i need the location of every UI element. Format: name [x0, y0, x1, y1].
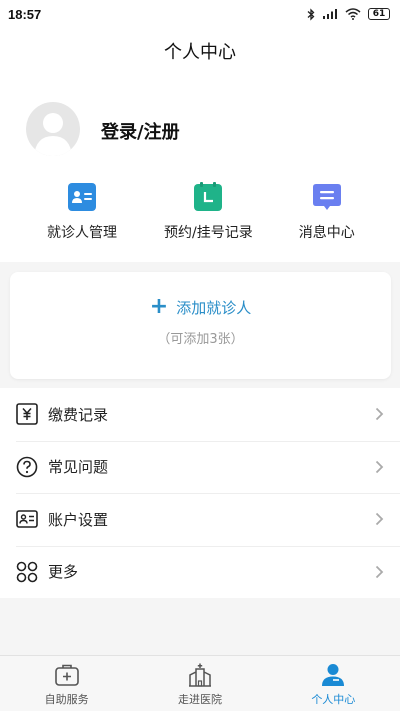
add-patient-hint: （可添加3张） — [157, 332, 244, 347]
add-patient-card: + 添加就诊人 （可添加3张） — [10, 272, 391, 379]
more-grid-icon — [16, 561, 38, 583]
status-bar: 18:57 61 — [0, 0, 400, 28]
menu-item-label: 常见问题 — [48, 458, 109, 477]
menu-item-more[interactable]: 更多 — [0, 545, 400, 599]
default-avatar-icon — [34, 113, 72, 156]
quick-link-label: 消息中心 — [298, 225, 355, 241]
status-icons: 61 — [307, 7, 390, 21]
yuan-icon — [16, 403, 38, 426]
chevron-right-icon — [375, 565, 384, 578]
hospital-icon — [188, 663, 211, 687]
quick-link-label: 就诊人管理 — [47, 225, 117, 241]
signal-icon — [323, 9, 337, 19]
tab-personal-center[interactable]: 个人中心 — [267, 656, 400, 711]
wifi-icon — [345, 8, 361, 20]
chevron-right-icon — [375, 460, 384, 473]
quick-links: 就诊人管理 预约/挂号记录 消息中心 — [0, 182, 400, 252]
menu-item-label: 更多 — [48, 563, 79, 582]
message-icon — [312, 184, 341, 210]
tab-hospital[interactable]: 走进医院 — [133, 656, 266, 711]
person-icon — [322, 664, 345, 686]
header: 个人中心 — [0, 28, 400, 74]
tab-label: 走进医院 — [177, 693, 222, 706]
avatar[interactable] — [26, 102, 80, 156]
tab-label: 个人中心 — [311, 693, 356, 706]
add-patient-label: 添加就诊人 — [176, 298, 252, 317]
battery-indicator: 61 — [368, 8, 390, 20]
menu-list: 缴费记录 常见问题 账户设置 更多 — [0, 388, 400, 598]
bluetooth-icon — [307, 7, 315, 21]
patient-card-icon — [68, 183, 96, 211]
menu-item-account-settings[interactable]: 账户设置 — [0, 493, 400, 546]
menu-item-label: 缴费记录 — [48, 405, 109, 424]
tab-self-service[interactable]: 自助服务 — [0, 656, 133, 711]
medical-kit-icon — [54, 664, 79, 686]
chevron-right-icon — [375, 512, 384, 526]
menu-item-label: 账户设置 — [48, 510, 109, 529]
quick-link-appointment-records[interactable]: 预约/挂号记录 — [164, 182, 253, 252]
calendar-clock-icon — [194, 182, 223, 211]
menu-item-payment-records[interactable]: 缴费记录 — [0, 388, 400, 441]
tab-label: 自助服务 — [44, 693, 89, 706]
id-card-icon — [16, 510, 38, 529]
quick-link-patient-management[interactable]: 就诊人管理 — [0, 182, 164, 252]
login-register-link[interactable]: 登录/注册 — [101, 118, 180, 144]
quick-link-message-center[interactable]: 消息中心 — [253, 182, 400, 252]
page-title: 个人中心 — [164, 42, 236, 63]
menu-item-faq[interactable]: 常见问题 — [0, 440, 400, 494]
quick-link-label: 预约/挂号记录 — [164, 225, 253, 241]
chevron-right-icon — [375, 407, 384, 421]
add-patient-button[interactable]: + 添加就诊人 — [150, 296, 251, 318]
profile-section: 登录/注册 就诊人管理 预约/挂号记录 消息中心 — [0, 74, 400, 262]
question-icon — [16, 456, 38, 478]
bottom-tab-bar: 自助服务 走进医院 个人中心 — [0, 655, 400, 711]
status-time: 18:57 — [8, 6, 42, 22]
plus-icon: + — [149, 294, 169, 319]
